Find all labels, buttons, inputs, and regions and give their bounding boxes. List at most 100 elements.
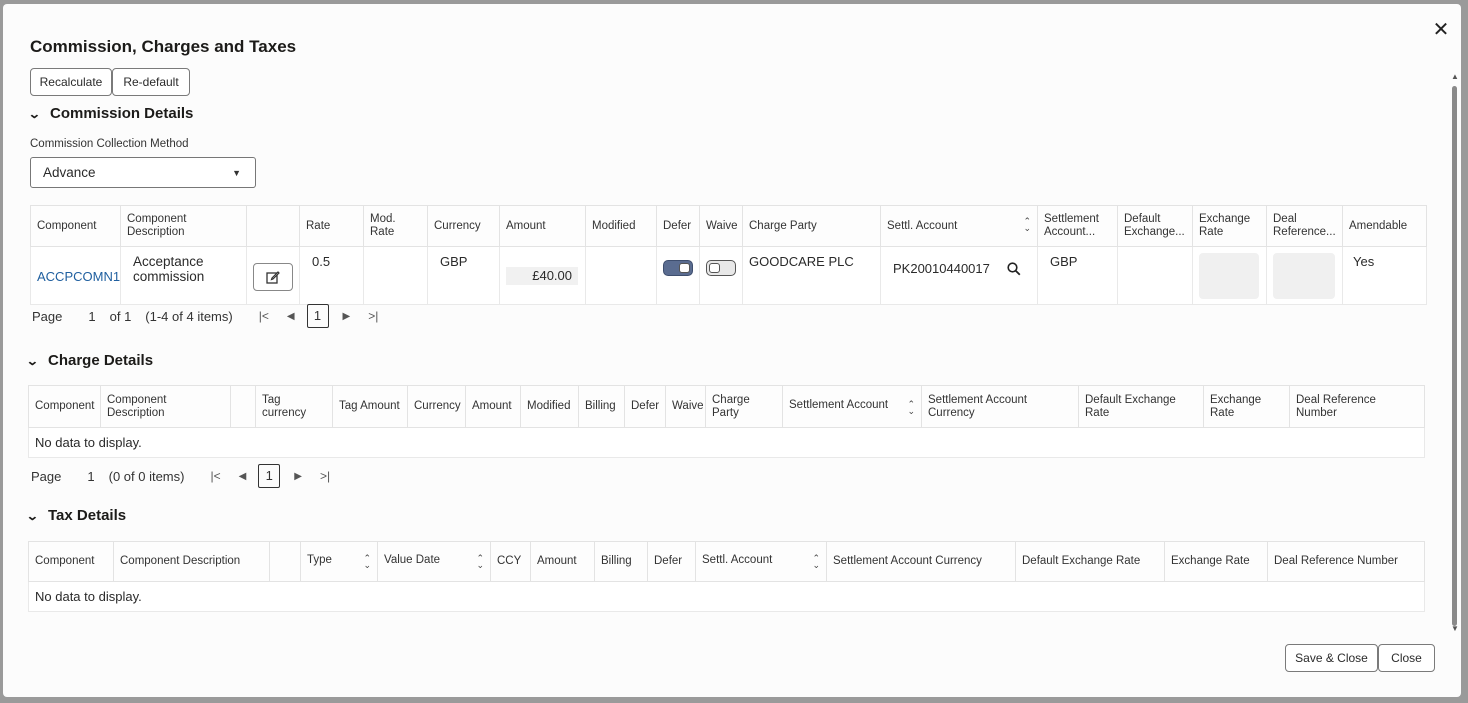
search-icon[interactable] bbox=[1007, 262, 1021, 276]
col-settlement-account[interactable]: Settlement Account ⌃ ⌄ bbox=[782, 385, 922, 428]
edit-button[interactable] bbox=[253, 263, 293, 291]
col-settl-account[interactable]: Settl. Account ⌃ ⌄ bbox=[695, 541, 827, 582]
col-value-date[interactable]: Value Date ⌃ ⌄ bbox=[377, 541, 491, 582]
last-page-icon[interactable]: >| bbox=[368, 309, 378, 323]
col-settlement-account[interactable]: Settlement Account... bbox=[1037, 205, 1118, 247]
col-billing[interactable]: Billing bbox=[594, 541, 648, 582]
col-component-description[interactable]: Component Description bbox=[113, 541, 270, 582]
component-link[interactable]: ACCPCOMN1 bbox=[37, 269, 120, 284]
next-page-icon[interactable]: ▶ bbox=[343, 311, 351, 322]
col-billing[interactable]: Billing bbox=[578, 385, 625, 428]
col-waive[interactable]: Waive bbox=[665, 385, 706, 428]
settl-account-value: PK20010440017 bbox=[893, 261, 990, 276]
save-close-button[interactable]: Save & Close bbox=[1285, 644, 1378, 672]
settlement-currency-cell: GBP bbox=[1037, 246, 1118, 305]
next-page-icon[interactable]: ▶ bbox=[294, 471, 302, 482]
sort-icon[interactable]: ⌃ ⌄ bbox=[363, 554, 371, 570]
col-currency[interactable]: Currency bbox=[407, 385, 466, 428]
col-exchange-rate[interactable]: Exchange Rate bbox=[1203, 385, 1290, 428]
chevron-down-icon: ⌄ bbox=[27, 107, 41, 121]
col-modified[interactable]: Modified bbox=[520, 385, 579, 428]
col-deal-reference-number[interactable]: Deal Reference Number bbox=[1267, 541, 1425, 582]
sort-icon[interactable]: ⌃ ⌄ bbox=[1023, 216, 1031, 232]
edit-icon bbox=[266, 271, 280, 284]
col-settl-account-label: Settl. Account bbox=[702, 554, 773, 566]
default-exchange-cell bbox=[1117, 246, 1193, 305]
col-default-exchange-rate[interactable]: Default Exchange Rate bbox=[1015, 541, 1165, 582]
scroll-down-icon[interactable]: ▼ bbox=[1451, 624, 1459, 633]
col-amendable[interactable]: Amendable bbox=[1342, 205, 1427, 247]
col-deal-reference-number[interactable]: Deal Reference Number bbox=[1289, 385, 1425, 428]
page-number-button[interactable]: 1 bbox=[306, 304, 329, 328]
col-amount[interactable]: Amount bbox=[499, 205, 586, 247]
first-page-icon[interactable]: |< bbox=[210, 469, 220, 483]
taxes-empty-text: No data to display. bbox=[28, 581, 1425, 612]
sort-icon[interactable]: ⌃ ⌄ bbox=[812, 554, 820, 570]
col-default-exchange-rate[interactable]: Default Exchange Rate bbox=[1078, 385, 1204, 428]
col-settlement-account-currency[interactable]: Settlement Account Currency bbox=[921, 385, 1079, 428]
col-mod-rate[interactable]: Mod. Rate bbox=[363, 205, 428, 247]
close-button[interactable]: Close bbox=[1378, 644, 1435, 672]
defer-toggle[interactable] bbox=[663, 260, 693, 276]
close-icon[interactable]: ✕ bbox=[1431, 20, 1451, 40]
col-defer[interactable]: Defer bbox=[624, 385, 666, 428]
col-component-description[interactable]: Component Description bbox=[100, 385, 231, 428]
sort-icon[interactable]: ⌃ ⌄ bbox=[907, 399, 915, 415]
col-type-label: Type bbox=[307, 554, 332, 566]
col-currency[interactable]: Currency bbox=[427, 205, 500, 247]
col-waive[interactable]: Waive bbox=[699, 205, 743, 247]
commission-dialog: Commission, Charges and Taxes ✕ Recalcul… bbox=[3, 4, 1461, 697]
col-exchange-rate[interactable]: Exchange Rate bbox=[1192, 205, 1267, 247]
deal-reference-input[interactable] bbox=[1273, 253, 1335, 299]
page-input[interactable]: 1 bbox=[88, 309, 95, 324]
vertical-scrollbar[interactable]: ▲ ▼ bbox=[1451, 72, 1459, 634]
charges-section-header[interactable]: ⌄ Charge Details bbox=[25, 352, 153, 369]
taxes-section-header[interactable]: ⌄ Tax Details bbox=[25, 507, 126, 524]
col-component[interactable]: Component bbox=[28, 385, 101, 428]
col-tag-amount[interactable]: Tag Amount bbox=[332, 385, 408, 428]
page-label: Page bbox=[32, 308, 63, 324]
page-input[interactable]: 1 bbox=[87, 469, 94, 484]
col-tag-currency[interactable]: Tag currency bbox=[255, 385, 333, 428]
col-modified[interactable]: Modified bbox=[585, 205, 657, 247]
collection-method-select[interactable]: Advance ▼ bbox=[30, 157, 256, 188]
col-component[interactable]: Component bbox=[30, 205, 121, 247]
col-charge-party[interactable]: Charge Party bbox=[742, 205, 881, 247]
first-page-icon[interactable]: |< bbox=[259, 309, 269, 323]
modified-cell bbox=[585, 246, 657, 305]
col-amount[interactable]: Amount bbox=[465, 385, 521, 428]
commission-section-header[interactable]: ⌄ Commission Details bbox=[27, 105, 193, 122]
col-component-description[interactable]: Component Description bbox=[120, 205, 247, 247]
chevron-down-icon: ⌄ bbox=[25, 509, 39, 523]
redefault-button[interactable]: Re-default bbox=[112, 68, 190, 96]
waive-toggle[interactable] bbox=[706, 260, 736, 276]
col-charge-party[interactable]: Charge Party bbox=[705, 385, 783, 428]
sort-icon[interactable]: ⌃ ⌄ bbox=[476, 554, 484, 570]
col-rate[interactable]: Rate bbox=[299, 205, 364, 247]
commission-header-row: Component Component Description Rate Mod… bbox=[30, 205, 1427, 247]
prev-page-icon[interactable]: ◀ bbox=[287, 311, 295, 322]
scroll-up-icon[interactable]: ▲ bbox=[1451, 72, 1459, 81]
col-defer[interactable]: Defer bbox=[656, 205, 700, 247]
scroll-thumb[interactable] bbox=[1452, 86, 1457, 626]
page-number-button[interactable]: 1 bbox=[258, 464, 281, 488]
caret-down-icon: ▼ bbox=[232, 168, 241, 178]
recalculate-button[interactable]: Recalculate bbox=[30, 68, 112, 96]
col-value-date-label: Value Date bbox=[384, 554, 441, 566]
col-default-exchange[interactable]: Default Exchange... bbox=[1117, 205, 1193, 247]
col-settlement-account-currency[interactable]: Settlement Account Currency bbox=[826, 541, 1016, 582]
col-amount[interactable]: Amount bbox=[530, 541, 595, 582]
col-defer[interactable]: Defer bbox=[647, 541, 696, 582]
mod-rate-cell bbox=[363, 246, 428, 305]
col-blank bbox=[269, 541, 301, 582]
col-settl-account[interactable]: Settl. Account ⌃ ⌄ bbox=[880, 205, 1038, 247]
col-deal-reference[interactable]: Deal Reference... bbox=[1266, 205, 1343, 247]
last-page-icon[interactable]: >| bbox=[320, 469, 330, 483]
exchange-rate-input[interactable] bbox=[1199, 253, 1259, 299]
chevron-down-icon: ⌄ bbox=[25, 354, 39, 368]
col-component[interactable]: Component bbox=[28, 541, 114, 582]
col-exchange-rate[interactable]: Exchange Rate bbox=[1164, 541, 1268, 582]
col-ccy[interactable]: CCY bbox=[490, 541, 531, 582]
prev-page-icon[interactable]: ◀ bbox=[239, 471, 247, 482]
col-type[interactable]: Type ⌃ ⌄ bbox=[300, 541, 378, 582]
